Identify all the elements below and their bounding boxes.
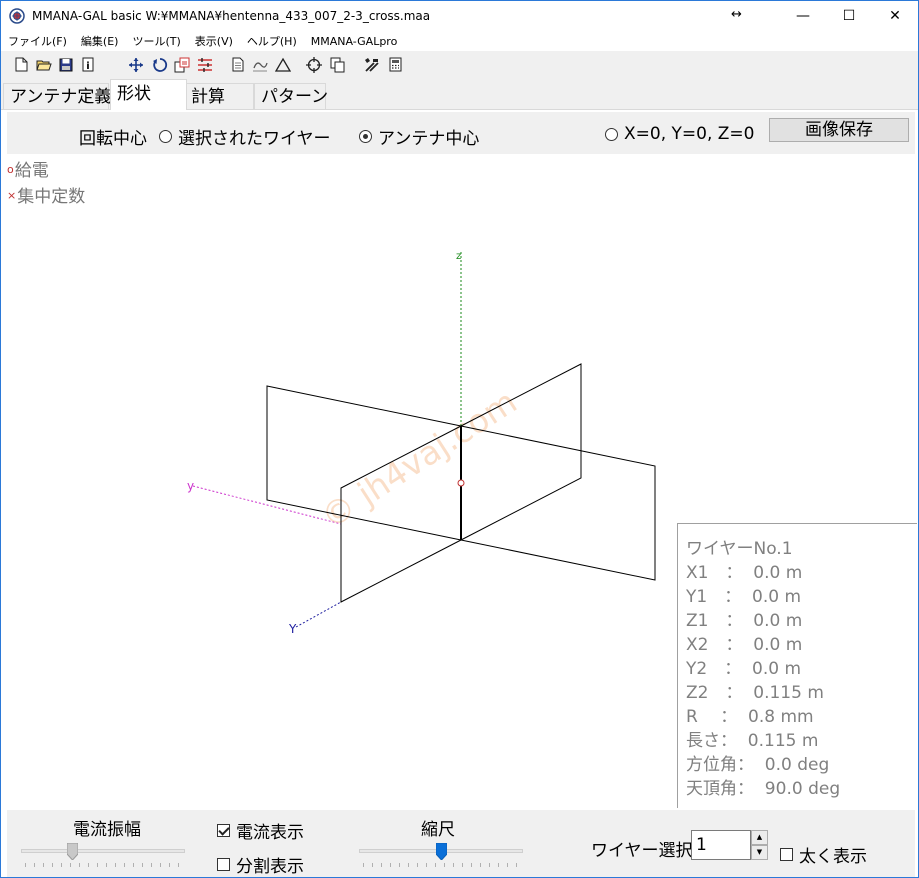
bold-display-box[interactable]: [780, 848, 793, 861]
wire-info-title: ワイヤーNo.1: [686, 539, 793, 559]
scale-thumb[interactable]: [435, 843, 447, 860]
minimize-button[interactable]: —: [780, 1, 826, 31]
legend-feed-label: 給電: [14, 161, 49, 181]
menu-file[interactable]: ファイル(F): [1, 33, 74, 49]
wire-info-z2: Z2 ： 0.115 m: [686, 683, 824, 703]
watermark: © jh4vaj.com: [314, 382, 523, 537]
rotation-center-label: 回転中心: [79, 129, 147, 149]
y-axis-label: y: [187, 479, 194, 493]
maximize-button[interactable]: ☐: [826, 1, 872, 31]
wire-select-input[interactable]: 1: [691, 830, 751, 860]
wire-info-length: 長さ： 0.115 m: [686, 731, 819, 751]
save-image-button[interactable]: 画像保存: [769, 118, 909, 142]
wire-info-zenith: 天頂角： 90.0 deg: [686, 779, 841, 799]
target-icon[interactable]: [305, 56, 322, 73]
svg-text:i: i: [86, 61, 89, 72]
radio-origin[interactable]: X=0, Y=0, Z=0: [605, 124, 765, 144]
radio-antenna-center[interactable]: アンテナ中心: [359, 124, 479, 149]
wire-info-y1: Y1 ： 0.0 m: [686, 587, 802, 607]
close-button[interactable]: ✕: [872, 1, 918, 31]
radio-antenna-center-label: アンテナ中心: [378, 129, 480, 149]
feed-point: [457, 479, 465, 487]
menu-bar: ファイル(F) 編集(E) ツール(T) 表示(V) ヘルプ(H) MMANA-…: [1, 31, 918, 51]
segment-display-box[interactable]: [217, 858, 230, 871]
wire-info-z1: Z1 ： 0.0 m: [686, 611, 803, 631]
info-icon[interactable]: i: [79, 56, 96, 73]
watermark-text: © jh4vaj.com: [314, 382, 523, 537]
menu-mmana-galpro[interactable]: MMANA-GALpro: [304, 35, 405, 48]
bold-display-label: 太く表示: [799, 847, 867, 867]
legend-feed: o給電: [7, 156, 49, 181]
rotate-icon[interactable]: [151, 56, 168, 73]
calculator-icon[interactable]: [387, 56, 404, 73]
wire-info-x2: X2 ： 0.0 m: [686, 635, 803, 655]
current-amplitude-label: 電流振幅: [73, 820, 141, 840]
load-marker-icon: ×: [7, 189, 17, 202]
scale-label: 縮尺: [421, 820, 455, 840]
wire-select-label: ワイヤー選択: [591, 841, 693, 861]
wire-info-x1: X1 ： 0.0 m: [686, 563, 803, 583]
tab-antenna-definition[interactable]: アンテナ定義: [3, 83, 111, 109]
feed-marker-icon: o: [7, 163, 14, 176]
window-title: MMANA-GAL basic W:¥MMANA¥hentenna_433_00…: [32, 9, 431, 23]
radio-origin-circle[interactable]: [605, 127, 618, 141]
current-display-box[interactable]: [217, 824, 230, 837]
tab-strip: アンテナ定義 形状 計算 パターン: [1, 79, 918, 110]
x-axis-label: Y: [288, 622, 297, 636]
wire-list-icon[interactable]: [196, 56, 213, 73]
spin-down-button[interactable]: ▼: [751, 845, 768, 860]
menu-view[interactable]: 表示(V): [188, 33, 240, 49]
menu-edit[interactable]: 編集(E): [74, 33, 126, 49]
z-axis-label: z: [456, 251, 461, 262]
legend-load: ×集中定数: [7, 182, 85, 207]
scale-slider[interactable]: [359, 842, 523, 868]
current-display-checkbox[interactable]: 電流表示: [217, 818, 304, 843]
document-icon[interactable]: [229, 56, 246, 73]
radio-selected-wire-circle[interactable]: [159, 130, 172, 143]
geometry-panel: © jh4vaj.com z y Y 回転中心 選択されたワイヤー アンテナ中心…: [1, 109, 918, 877]
toolbar: i: [1, 52, 918, 78]
bottom-controls: 電流振幅 電流表示 分割表示 縮尺 ワイヤー選択 1 ▲ ▼ 太く表示: [7, 810, 915, 877]
scale-ticks: [363, 863, 519, 867]
tab-pattern[interactable]: パターン: [254, 83, 328, 109]
menu-help[interactable]: ヘルプ(H): [240, 33, 304, 49]
wire-info-y2: Y2 ： 0.0 m: [686, 659, 802, 679]
open-folder-icon[interactable]: [35, 56, 52, 73]
spin-up-button[interactable]: ▲: [751, 830, 768, 845]
duplicate-icon[interactable]: [329, 56, 346, 73]
current-amplitude-thumb[interactable]: [66, 843, 78, 860]
legend-load-label: 集中定数: [17, 187, 86, 207]
wire-info-panel: ワイヤーNo.1 X1 ： 0.0 m Y1 ： 0.0 m Z1 ： 0.0 …: [677, 523, 917, 808]
copy-icon[interactable]: [173, 56, 190, 73]
current-amplitude-ticks: [25, 863, 181, 867]
tab-geometry[interactable]: 形状: [110, 79, 187, 110]
title-bar[interactable]: MMANA-GAL basic W:¥MMANA¥hentenna_433_00…: [1, 1, 918, 31]
wire-info-radius: R ： 0.8 mm: [686, 707, 814, 727]
radio-selected-wire[interactable]: 選択されたワイヤー: [159, 124, 331, 149]
radio-selected-wire-label: 選択されたワイヤー: [178, 129, 331, 149]
wire-select-spinner: 1 ▲ ▼: [691, 830, 769, 860]
radio-antenna-center-circle[interactable]: [359, 130, 372, 143]
application-window: MMANA-GAL basic W:¥MMANA¥hentenna_433_00…: [0, 0, 919, 878]
tab-calculation[interactable]: 計算: [184, 83, 254, 109]
app-icon: [9, 8, 25, 24]
radio-origin-label: X=0, Y=0, Z=0: [624, 124, 755, 144]
tools-icon[interactable]: [363, 56, 380, 73]
triangle-icon[interactable]: [274, 56, 291, 73]
current-display-label: 電流表示: [236, 823, 304, 843]
move-arrows-icon[interactable]: [127, 56, 144, 73]
segment-display-label: 分割表示: [236, 857, 304, 877]
resize-arrows-icon: ↔: [731, 7, 742, 22]
new-file-icon[interactable]: [13, 56, 30, 73]
current-amplitude-slider[interactable]: [21, 842, 185, 868]
bold-display-checkbox[interactable]: 太く表示: [780, 842, 867, 867]
current-amplitude-track: [21, 849, 185, 853]
save-disk-icon[interactable]: [57, 56, 74, 73]
segment-display-checkbox[interactable]: 分割表示: [217, 852, 304, 877]
menu-tools[interactable]: ツール(T): [125, 33, 187, 49]
draw-icon[interactable]: [251, 56, 268, 73]
x-axis: [295, 601, 342, 628]
wire-info-azimuth: 方位角： 0.0 deg: [686, 755, 830, 775]
rotation-center-bar: 回転中心 選択されたワイヤー アンテナ中心 X=0, Y=0, Z=0 画像保存: [7, 112, 915, 154]
